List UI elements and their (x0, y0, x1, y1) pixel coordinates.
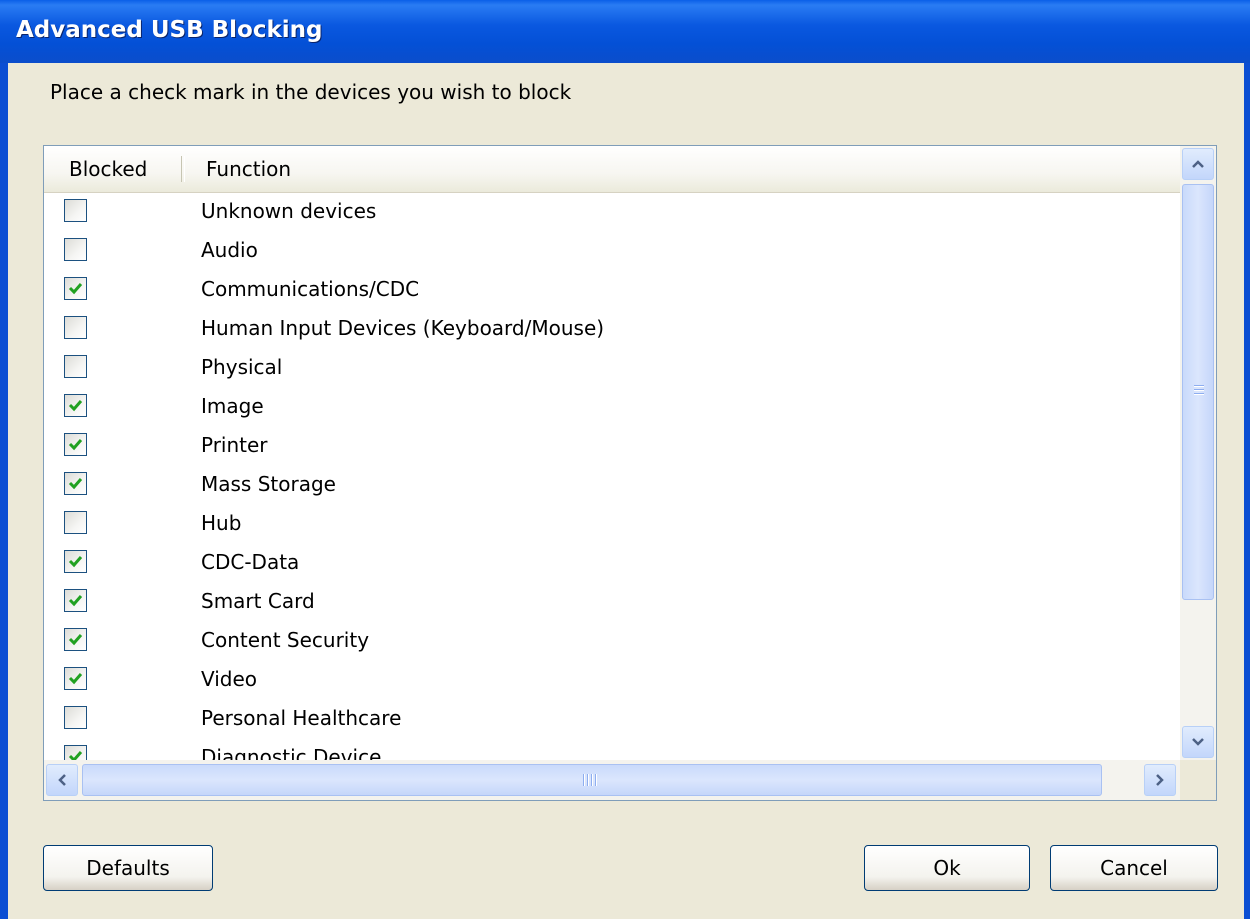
chevron-left-icon (58, 774, 66, 786)
table-row[interactable]: Human Input Devices (Keyboard/Mouse) (44, 309, 1180, 348)
checkmark-icon (68, 283, 83, 295)
function-label: Content Security (201, 628, 370, 652)
chevron-up-icon (1192, 160, 1204, 168)
list-header: Blocked Function (44, 146, 1180, 193)
checkmark-icon (68, 400, 83, 412)
chevron-down-icon (1192, 738, 1204, 746)
blocked-checkbox[interactable] (64, 511, 87, 534)
blocked-checkbox[interactable] (64, 472, 87, 495)
table-row[interactable]: Physical (44, 348, 1180, 387)
blocked-checkbox[interactable] (64, 277, 87, 300)
scroll-right-button[interactable] (1144, 764, 1176, 796)
function-label: Physical (201, 355, 283, 379)
function-label: Printer (201, 433, 268, 457)
horizontal-scrollbar[interactable] (44, 760, 1180, 800)
checkmark-icon (68, 439, 83, 451)
table-row[interactable]: Communications/CDC (44, 270, 1180, 309)
function-label: Human Input Devices (Keyboard/Mouse) (201, 316, 605, 340)
blocked-checkbox[interactable] (64, 394, 87, 417)
defaults-button[interactable]: Defaults (43, 845, 213, 891)
device-rows: Unknown devices Audio Communications/CDC Hu… (44, 192, 1180, 760)
blocked-checkbox[interactable] (64, 628, 87, 651)
horizontal-scroll-thumb[interactable] (82, 764, 1102, 796)
instruction-text: Place a check mark in the devices you wi… (50, 80, 572, 104)
function-label: Personal Healthcare (201, 706, 402, 730)
blocked-checkbox[interactable] (64, 550, 87, 573)
grip-icon (583, 774, 597, 786)
blocked-checkbox[interactable] (64, 238, 87, 261)
function-label: Unknown devices (201, 199, 377, 223)
title-bar[interactable]: Advanced USB Blocking (0, 0, 1250, 63)
table-row[interactable]: Personal Healthcare (44, 699, 1180, 738)
blocked-checkbox[interactable] (64, 355, 87, 378)
blocked-checkbox[interactable] (64, 589, 87, 612)
table-row[interactable]: Content Security (44, 621, 1180, 660)
column-divider[interactable] (181, 156, 185, 182)
window-frame-left (0, 63, 8, 919)
checkmark-icon (68, 556, 83, 568)
table-row[interactable]: Diagnostic Device (44, 738, 1180, 760)
window-frame-right (1244, 63, 1250, 919)
grip-icon (1194, 385, 1204, 399)
function-label: Smart Card (201, 589, 315, 613)
checkmark-icon (68, 673, 83, 685)
column-header-blocked[interactable]: Blocked (69, 146, 147, 192)
function-label: Communications/CDC (201, 277, 420, 301)
blocked-checkbox[interactable] (64, 706, 87, 729)
function-label: Hub (201, 511, 242, 535)
blocked-checkbox[interactable] (64, 199, 87, 222)
scroll-up-button[interactable] (1182, 148, 1214, 180)
function-label: Mass Storage (201, 472, 336, 496)
table-row[interactable]: Smart Card (44, 582, 1180, 621)
table-row[interactable]: Audio (44, 231, 1180, 270)
blocked-checkbox[interactable] (64, 433, 87, 456)
function-label: Audio (201, 238, 258, 262)
function-label: Image (201, 394, 264, 418)
chevron-right-icon (1156, 774, 1164, 786)
advanced-usb-blocking-dialog: Advanced USB Blocking Place a check mark… (0, 0, 1250, 919)
table-row[interactable]: CDC-Data (44, 543, 1180, 582)
column-header-function[interactable]: Function (206, 146, 291, 192)
dialog-title: Advanced USB Blocking (16, 17, 323, 43)
function-label: CDC-Data (201, 550, 300, 574)
cancel-button[interactable]: Cancel (1050, 845, 1218, 891)
checkmark-icon (68, 751, 83, 760)
scrollbar-corner (1180, 760, 1216, 800)
ok-button[interactable]: Ok (864, 845, 1030, 891)
table-row[interactable]: Video (44, 660, 1180, 699)
scroll-down-button[interactable] (1182, 726, 1214, 758)
blocked-checkbox[interactable] (64, 667, 87, 690)
checkmark-icon (68, 634, 83, 646)
blocked-checkbox[interactable] (64, 745, 87, 760)
checkmark-icon (68, 478, 83, 490)
table-row[interactable]: Hub (44, 504, 1180, 543)
blocked-checkbox[interactable] (64, 316, 87, 339)
table-row[interactable]: Unknown devices (44, 192, 1180, 231)
vertical-scroll-thumb[interactable] (1182, 184, 1214, 600)
scroll-left-button[interactable] (46, 764, 78, 796)
checkmark-icon (68, 595, 83, 607)
vertical-scrollbar[interactable] (1180, 146, 1216, 760)
device-list: Blocked Function Unknown devices Audio Com… (43, 145, 1217, 801)
function-label: Video (201, 667, 258, 691)
table-row[interactable]: Printer (44, 426, 1180, 465)
table-row[interactable]: Image (44, 387, 1180, 426)
function-label: Diagnostic Device (201, 745, 382, 760)
table-row[interactable]: Mass Storage (44, 465, 1180, 504)
